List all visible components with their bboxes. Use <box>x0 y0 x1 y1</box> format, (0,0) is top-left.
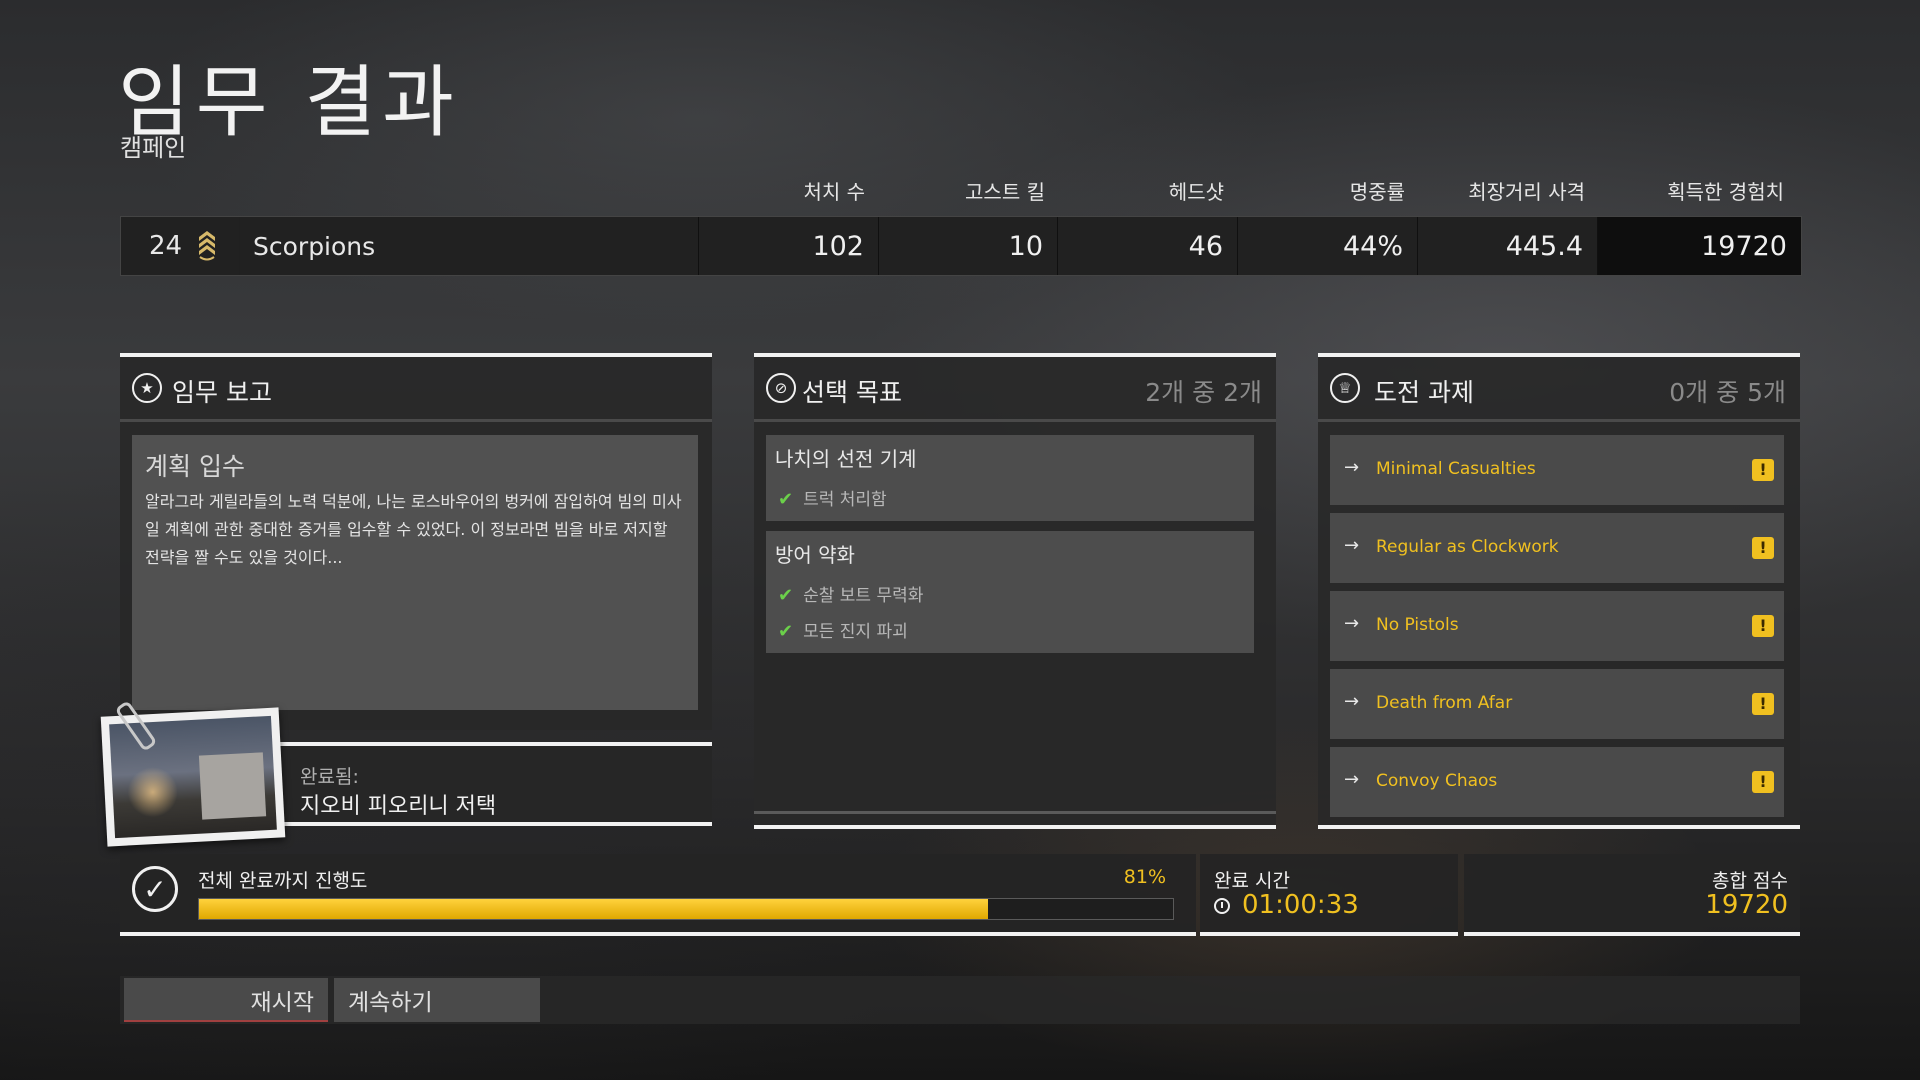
sergeant-rank-icon <box>198 229 216 263</box>
rank-cell: 24 <box>121 217 240 275</box>
optional-objectives-header: ⊘ 선택 목표 2개 중 2개 <box>754 357 1276 422</box>
progress-percent: 81% <box>1123 866 1166 888</box>
challenges-count: 0개 중 5개 <box>1669 378 1786 407</box>
objective-item: ✔ 트럭 처리함 <box>778 485 887 510</box>
objective-item-label: 순찰 보트 무력화 <box>803 586 924 606</box>
stat-kills: 102 <box>699 217 879 275</box>
panel-divider <box>754 811 1276 814</box>
objective-group-title: 나치의 선전 기계 <box>775 447 917 471</box>
report-card: 계획 입수 알라그라 게릴라들의 노력 덕분에, 나는 로스바우어의 벙커에 잠… <box>132 435 698 710</box>
arrow-right-icon: → <box>1344 769 1360 790</box>
mission-report-header: ★ 임무 보고 <box>120 357 712 422</box>
stat-accuracy: 44% <box>1238 217 1418 275</box>
header-xp-earned: 획득한 경험치 <box>1667 180 1784 204</box>
compass-icon: ⊘ <box>766 373 796 403</box>
stat-longest-shot: 445.4 <box>1418 217 1598 275</box>
report-heading: 계획 입수 <box>145 452 245 481</box>
completed-location: 지오비 피오리니 저택 <box>300 794 497 819</box>
warning-icon: ! <box>1752 771 1774 793</box>
optional-objectives-panel: ⊘ 선택 목표 2개 중 2개 나치의 선전 기계 ✔ 트럭 처리함 방어 약화 … <box>754 353 1276 829</box>
challenge-label: Convoy Chaos <box>1376 771 1498 791</box>
warning-icon: ! <box>1752 537 1774 559</box>
optional-objectives-count: 2개 중 2개 <box>1145 378 1262 407</box>
stat-ghost-kills: 10 <box>879 217 1058 275</box>
challenges-header: ♕ 도전 과제 0개 중 5개 <box>1318 357 1800 422</box>
player-rank: 24 <box>149 231 183 261</box>
header-accuracy: 명중률 <box>1349 180 1405 204</box>
checkmark-icon: ✔ <box>778 621 794 642</box>
challenge-label: Death from Afar <box>1376 693 1513 713</box>
total-score-value: 19720 <box>1705 890 1788 920</box>
header-headshots: 헤드샷 <box>1168 180 1224 204</box>
stat-xp-earned: 19720 <box>1598 217 1801 275</box>
overall-progress-box: ✓ 전체 완료까지 진행도 81% <box>120 854 1196 936</box>
challenge-label: No Pistols <box>1376 615 1459 635</box>
trophy-icon: ♕ <box>1330 373 1360 403</box>
challenge-row[interactable]: → Death from Afar ! <box>1330 669 1784 739</box>
challenge-row[interactable]: → Minimal Casualties ! <box>1330 435 1784 505</box>
arrow-right-icon: → <box>1344 457 1360 478</box>
photo-building <box>198 752 267 820</box>
challenges-panel: ♕ 도전 과제 0개 중 5개 → Minimal Casualties ! →… <box>1318 353 1800 829</box>
challenge-label: Regular as Clockwork <box>1376 537 1559 557</box>
mission-report-title: 임무 보고 <box>172 378 272 407</box>
total-score-label: 총합 점수 <box>1712 870 1788 892</box>
restart-button[interactable]: 재시작 <box>124 978 328 1022</box>
optional-objectives-title: 선택 목표 <box>802 378 902 407</box>
checkmark-icon: ✔ <box>778 489 794 510</box>
warning-icon: ! <box>1752 459 1774 481</box>
continue-button[interactable]: 계속하기 <box>334 978 540 1022</box>
objective-item: ✔ 모든 진지 파괴 <box>778 617 908 642</box>
player-name: Scorpions <box>239 217 699 275</box>
challenge-row[interactable]: → Regular as Clockwork ! <box>1330 513 1784 583</box>
button-bar: 재시작 계속하기 <box>120 976 1800 1024</box>
stat-headshots: 46 <box>1058 217 1238 275</box>
challenge-row[interactable]: → Convoy Chaos ! <box>1330 747 1784 817</box>
progress-track <box>198 898 1174 920</box>
objective-group: 방어 약화 ✔ 순찰 보트 무력화 ✔ 모든 진지 파괴 <box>766 531 1254 653</box>
warning-icon: ! <box>1752 693 1774 715</box>
objective-item: ✔ 순찰 보트 무력화 <box>778 581 923 606</box>
challenges-title: 도전 과제 <box>1374 378 1474 407</box>
report-body: 알라그라 게릴라들의 노력 덕분에, 나는 로스바우어의 벙커에 잠입하여 빔의… <box>145 492 682 567</box>
star-icon: ★ <box>132 373 162 403</box>
check-circle-icon: ✓ <box>132 866 178 912</box>
challenge-label: Minimal Casualties <box>1376 459 1536 479</box>
objective-group: 나치의 선전 기계 ✔ 트럭 처리함 <box>766 435 1254 521</box>
arrow-right-icon: → <box>1344 691 1360 712</box>
header-longest-shot: 최장거리 사격 <box>1468 180 1585 204</box>
completion-time-value: 01:00:33 <box>1242 890 1359 920</box>
player-stats-row: 24 Scorpions 102 10 46 44% 445.4 19720 <box>120 216 1802 276</box>
completion-time-label: 완료 시간 <box>1214 870 1290 892</box>
objective-item-label: 트럭 처리함 <box>803 490 887 510</box>
completed-label: 완료됨: <box>300 766 359 788</box>
challenge-row[interactable]: → No Pistols ! <box>1330 591 1784 661</box>
clock-icon <box>1214 898 1230 914</box>
objective-item-label: 모든 진지 파괴 <box>803 622 908 642</box>
completion-time-box: 완료 시간 01:00:33 <box>1200 854 1458 936</box>
arrow-right-icon: → <box>1344 535 1360 556</box>
mission-report-panel: ★ 임무 보고 계획 입수 알라그라 게릴라들의 노력 덕분에, 나는 로스바우… <box>120 353 712 730</box>
warning-icon: ! <box>1752 615 1774 637</box>
total-score-box: 총합 점수 19720 <box>1464 854 1800 936</box>
arrow-right-icon: → <box>1344 613 1360 634</box>
restart-underline <box>124 1020 328 1022</box>
progress-label: 전체 완료까지 진행도 <box>198 870 368 892</box>
objective-group-title: 방어 약화 <box>775 543 855 567</box>
header-ghost-kills: 고스트 킬 <box>965 180 1045 204</box>
checkmark-icon: ✔ <box>778 585 794 606</box>
header-kills: 처치 수 <box>803 180 865 204</box>
page-subtitle: 캠페인 <box>120 134 187 162</box>
progress-fill <box>199 899 988 919</box>
